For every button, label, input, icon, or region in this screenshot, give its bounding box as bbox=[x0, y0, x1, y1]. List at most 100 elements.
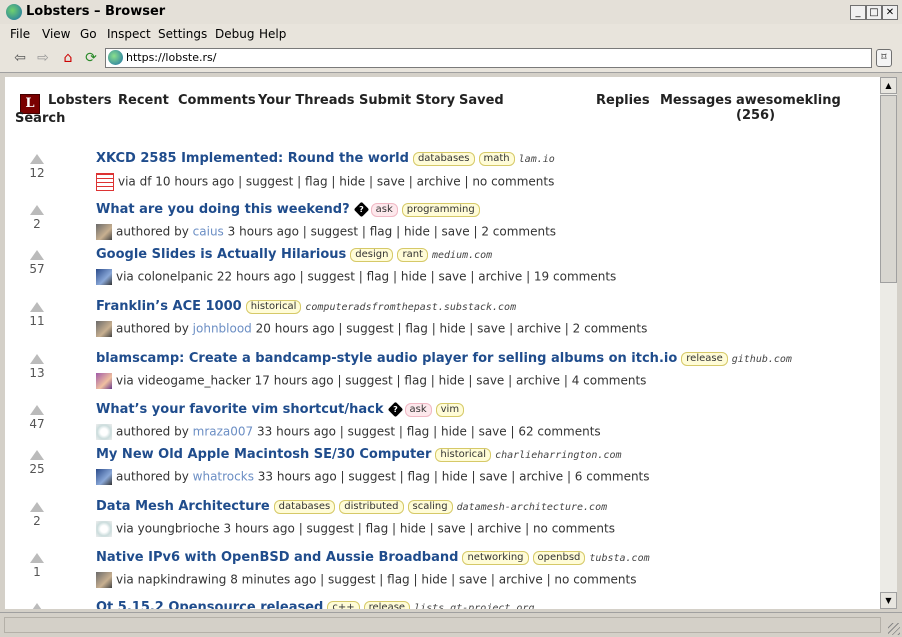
avatar[interactable] bbox=[96, 269, 112, 285]
nav-messages[interactable]: Messages bbox=[660, 93, 732, 108]
menu-file[interactable]: File bbox=[10, 27, 30, 41]
nav-user-karma[interactable]: awesomekling (256) bbox=[736, 93, 880, 123]
story-tag[interactable]: ask bbox=[370, 202, 398, 217]
menu-go[interactable]: Go bbox=[80, 27, 97, 41]
upvote-arrow-icon[interactable] bbox=[30, 205, 44, 215]
upvote-arrow-icon[interactable] bbox=[30, 154, 44, 164]
story-title-link[interactable]: What are you doing this weekend? bbox=[96, 202, 350, 217]
story-actions[interactable]: suggest | flag | hide | save | 2 comment… bbox=[311, 225, 556, 239]
menu-inspect[interactable]: Inspect bbox=[107, 27, 151, 41]
story-author[interactable]: df bbox=[140, 175, 152, 189]
story-title-link[interactable]: Native IPv6 with OpenBSD and Aussie Broa… bbox=[96, 550, 458, 565]
story-title-link[interactable]: Franklin’s ACE 1000 bbox=[96, 299, 242, 314]
nav-search[interactable]: Search bbox=[15, 111, 65, 126]
scroll-thumb[interactable] bbox=[880, 95, 897, 283]
story-tag[interactable]: distributed bbox=[339, 499, 404, 514]
story-author[interactable]: videogame_hacker bbox=[138, 374, 251, 388]
avatar[interactable] bbox=[96, 321, 112, 337]
window-titlebar[interactable]: Lobsters – Browser _ □ ✕ bbox=[0, 0, 902, 25]
address-bar[interactable]: https://lobste.rs/ bbox=[105, 48, 872, 68]
story-author[interactable]: whatrocks bbox=[193, 470, 254, 484]
vertical-scrollbar[interactable]: ▲ ▼ bbox=[880, 77, 897, 609]
nav-replies[interactable]: Replies bbox=[596, 93, 650, 108]
scroll-down-button[interactable]: ▼ bbox=[880, 592, 897, 609]
story-domain[interactable]: github.com bbox=[732, 354, 792, 365]
minimize-button[interactable]: _ bbox=[850, 5, 866, 20]
nav-saved[interactable]: Saved bbox=[459, 93, 504, 108]
story-actions[interactable]: suggest | flag | hide | save | archive |… bbox=[345, 374, 646, 388]
upvote-arrow-icon[interactable] bbox=[30, 502, 44, 512]
avatar[interactable] bbox=[96, 373, 112, 389]
story-actions[interactable]: suggest | flag | hide | save | archive |… bbox=[308, 270, 617, 284]
story-author[interactable]: colonelpanic bbox=[138, 270, 213, 284]
avatar[interactable] bbox=[96, 469, 112, 485]
story-title-link[interactable]: Qt 5.15.2 Opensource released bbox=[96, 600, 323, 609]
story-actions[interactable]: suggest | flag | hide | save | archive |… bbox=[346, 322, 647, 336]
story-title-link[interactable]: Google Slides is Actually Hilarious bbox=[96, 247, 346, 262]
story-tag[interactable]: databases bbox=[412, 151, 475, 166]
story-tag[interactable]: release bbox=[363, 600, 411, 609]
story-author[interactable]: caius bbox=[193, 225, 224, 239]
story-tag[interactable]: rant bbox=[397, 247, 428, 262]
avatar[interactable] bbox=[96, 424, 112, 440]
story-tag[interactable]: vim bbox=[435, 402, 465, 417]
story-domain[interactable]: charlieharrington.com bbox=[495, 450, 621, 461]
story-actions[interactable]: suggest | flag | hide | save | archive |… bbox=[348, 470, 649, 484]
avatar[interactable] bbox=[96, 173, 114, 191]
story-author[interactable]: mraza007 bbox=[193, 425, 254, 439]
story-domain[interactable]: computeradsfromthepast.substack.com bbox=[305, 302, 516, 313]
upvote-arrow-icon[interactable] bbox=[30, 603, 44, 609]
story-title-link[interactable]: XKCD 2585 Implemented: Round the world bbox=[96, 151, 409, 166]
story-tag[interactable]: openbsd bbox=[532, 550, 586, 565]
nav-recent[interactable]: Recent bbox=[118, 93, 169, 108]
bookmark-icon[interactable]: ⌑ bbox=[876, 49, 892, 67]
upvote-arrow-icon[interactable] bbox=[30, 450, 44, 460]
forward-arrow-icon[interactable]: ⇨ bbox=[35, 50, 51, 66]
close-button[interactable]: ✕ bbox=[882, 5, 898, 20]
nav-submit-story[interactable]: Submit Story bbox=[359, 93, 455, 108]
story-tag[interactable]: historical bbox=[435, 447, 492, 462]
story-tag[interactable]: c++ bbox=[327, 600, 360, 609]
story-title-link[interactable]: My New Old Apple Macintosh SE/30 Compute… bbox=[96, 447, 431, 462]
menu-settings[interactable]: Settings bbox=[158, 27, 207, 41]
story-author[interactable]: youngbrioche bbox=[138, 522, 220, 536]
upvote-arrow-icon[interactable] bbox=[30, 405, 44, 415]
story-title-link[interactable]: blamscamp: Create a bandcamp-style audio… bbox=[96, 351, 677, 366]
story-domain[interactable]: lists.qt-project.org bbox=[414, 603, 534, 609]
story-title-link[interactable]: Data Mesh Architecture bbox=[96, 499, 270, 514]
avatar[interactable] bbox=[96, 224, 112, 240]
nav-comments[interactable]: Comments bbox=[178, 93, 256, 108]
home-icon[interactable]: ⌂ bbox=[60, 50, 76, 66]
story-author[interactable]: johnblood bbox=[193, 322, 252, 336]
story-tag[interactable]: programming bbox=[401, 202, 480, 217]
story-actions[interactable]: suggest | flag | hide | save | 62 commen… bbox=[348, 425, 601, 439]
story-domain[interactable]: tubsta.com bbox=[589, 553, 649, 564]
menu-debug[interactable]: Debug bbox=[215, 27, 254, 41]
resize-grip-icon[interactable] bbox=[888, 623, 900, 635]
story-tag[interactable]: databases bbox=[273, 499, 336, 514]
avatar[interactable] bbox=[96, 572, 112, 588]
avatar[interactable] bbox=[96, 521, 112, 537]
nav-your-threads[interactable]: Your Threads bbox=[258, 93, 355, 108]
upvote-arrow-icon[interactable] bbox=[30, 302, 44, 312]
upvote-arrow-icon[interactable] bbox=[30, 354, 44, 364]
menu-view[interactable]: View bbox=[42, 27, 70, 41]
story-domain[interactable]: datamesh-architecture.com bbox=[457, 502, 608, 513]
story-tag[interactable]: historical bbox=[245, 299, 302, 314]
story-tag[interactable]: design bbox=[350, 247, 394, 262]
upvote-arrow-icon[interactable] bbox=[30, 250, 44, 260]
story-actions[interactable]: suggest | flag | hide | save | archive |… bbox=[328, 573, 636, 587]
upvote-arrow-icon[interactable] bbox=[30, 553, 44, 563]
story-tag[interactable]: ask bbox=[404, 402, 432, 417]
story-actions[interactable]: suggest | flag | hide | save | archive |… bbox=[246, 175, 554, 189]
menu-help[interactable]: Help bbox=[259, 27, 286, 41]
story-tag[interactable]: networking bbox=[462, 550, 529, 565]
story-domain[interactable]: medium.com bbox=[432, 250, 492, 261]
story-author[interactable]: napkindrawing bbox=[138, 573, 227, 587]
back-arrow-icon[interactable]: ⇦ bbox=[12, 50, 28, 66]
nav-lobsters[interactable]: Lobsters bbox=[48, 93, 111, 108]
story-tag[interactable]: math bbox=[478, 151, 515, 166]
story-title-link[interactable]: What’s your favorite vim shortcut/hack bbox=[96, 402, 384, 417]
story-actions[interactable]: suggest | flag | hide | save | archive |… bbox=[307, 522, 615, 536]
story-tag[interactable]: release bbox=[681, 351, 728, 366]
